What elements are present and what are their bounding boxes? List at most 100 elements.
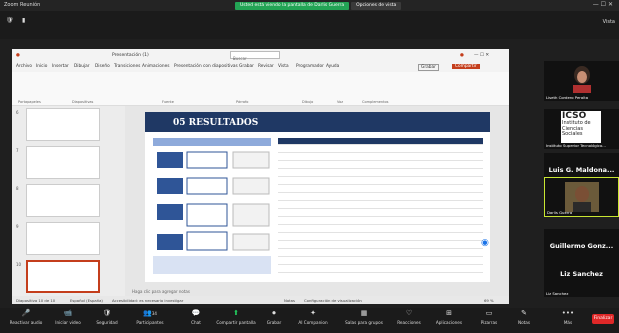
slide-thumbnail[interactable] [26, 184, 100, 217]
table-row [278, 162, 483, 169]
reactions-icon: ♡ [405, 309, 413, 317]
current-slide[interactable]: 05 RESULTADOS [145, 112, 490, 282]
ppt-search-input[interactable]: ⌕ Buscar [230, 51, 280, 61]
slide-thumbnail[interactable] [26, 108, 100, 141]
results-table [278, 138, 483, 276]
table-row [278, 170, 483, 177]
share-status-bar: Usted está viendo la pantalla de Darlis … [235, 2, 402, 10]
view-button[interactable]: Vista [603, 19, 615, 25]
search-placeholder: Buscar [233, 56, 247, 61]
slide-canvas[interactable]: 05 RESULTADOS ◉ [125, 106, 509, 296]
status-accessibility[interactable]: Accesibilidad: es necesario investigar [112, 298, 183, 303]
assistant-icon[interactable]: ◉ [481, 238, 489, 248]
slide-thumbnail[interactable] [26, 222, 100, 255]
table-row [278, 186, 483, 193]
breakout-rooms-button[interactable]: ▦ Salas para grupos [340, 309, 388, 325]
record-button[interactable]: Grabar [418, 64, 439, 71]
status-bar: Diapositiva 10 de 10 Español (España) Ac… [12, 296, 509, 304]
tab-ayuda[interactable]: Ayuda [326, 64, 339, 69]
ppt-ribbon: Portapapeles Diapositivas Fuente Párrafo… [12, 72, 509, 106]
tab-animaciones[interactable]: Animaciones [142, 64, 169, 69]
tab-dibujar[interactable]: Dibujar [74, 64, 90, 69]
tab-presentacion[interactable]: Presentación con diapositivas [174, 64, 238, 69]
start-video-button[interactable]: 📹 Iniciar video [50, 309, 86, 325]
status-language[interactable]: Español (España) [70, 298, 103, 303]
share-status-label: Usted está viendo la pantalla de Darlis … [235, 2, 350, 10]
reactions-button[interactable]: ♡ Reacciones [392, 309, 426, 325]
table-row [278, 258, 483, 265]
ribbon-group-font: Fuente [162, 100, 174, 104]
slide-thumbnail[interactable] [26, 146, 100, 179]
tab-inicio[interactable]: Inicio [36, 64, 47, 69]
breakout-icon: ▦ [360, 309, 368, 317]
more-button[interactable]: ••• Más [556, 309, 580, 325]
ribbon-group-drawing: Dibujo [302, 100, 314, 104]
participant-tile[interactable]: Liseth Cordero Peralta [544, 61, 619, 101]
participant-panel: Liseth Cordero Peralta ICSO Instituto de… [544, 43, 619, 305]
ppt-title-bar: ● Presentación (1) ⌕ Buscar ● — ☐ ✕ [12, 49, 509, 62]
whiteboard-icon: ▭ [485, 309, 493, 317]
tab-diseno[interactable]: Diseño [95, 64, 110, 69]
notes-button[interactable]: ✎ Notas [512, 309, 536, 325]
apps-button[interactable]: ⊞ Aplicaciones [430, 309, 468, 325]
share-button[interactable]: Compartir [452, 64, 480, 69]
security-button[interactable]: 🛡 Seguridad [92, 309, 122, 325]
tab-transiciones[interactable]: Transiciones [114, 64, 140, 69]
share-screen-button[interactable]: ⬆ Compartir pantalla [213, 309, 259, 325]
view-options-button[interactable]: Opciones de vista [351, 2, 402, 10]
more-icon: ••• [561, 309, 575, 317]
end-meeting-button[interactable]: Finalizar [592, 314, 614, 324]
unmute-button[interactable]: 🎤 Reactivar audio [6, 309, 46, 325]
participants-button[interactable]: 👥34 Participantes [130, 309, 170, 325]
window-controls-ppt[interactable]: — ☐ ✕ [474, 53, 489, 58]
shield-icon: 🛡 [102, 309, 112, 317]
ai-companion-button[interactable]: ✦ AI Companion [290, 309, 336, 325]
tab-revisar[interactable]: Revisar [258, 64, 274, 69]
avatar[interactable]: ● [460, 53, 464, 58]
record-icon: ⏺ [272, 309, 276, 317]
ai-companion-icon: ✦ [310, 309, 316, 317]
notes-toggle[interactable]: Notas [284, 298, 295, 303]
org-logo-subtext: Instituto de Ciencias Sociales [562, 120, 591, 137]
tab-grabar[interactable]: Grabar [239, 64, 254, 69]
participant-tile-active[interactable]: Darlis Guerra [544, 177, 619, 217]
ppt-body: 6 7 8 9 10 05 RESULTADOS ◉ Haga clic par… [12, 106, 509, 296]
shield-icon[interactable]: 🛡 [6, 17, 14, 24]
mic-icon: 🎤 [21, 309, 31, 317]
participant-display-name: Liz Sanchez [560, 270, 603, 278]
zoom-header: 🛡 ▮ Vista [0, 11, 619, 39]
meeting-toolbar: 🎤 Reactivar audio 📹 Iniciar video 🛡 Segurid… [0, 308, 619, 333]
window-controls[interactable]: — ☐ ✕ [593, 1, 613, 8]
participant-video [565, 182, 599, 212]
slide-thumbnails[interactable]: 6 7 8 9 10 [12, 106, 125, 296]
ppt-logo-icon: ● [16, 53, 20, 58]
tab-programador[interactable]: Programador [296, 64, 324, 69]
record-button[interactable]: ⏺ Grabar [262, 309, 286, 325]
tab-insertar[interactable]: Insertar [52, 64, 69, 69]
window-title: Zoom Reunión [4, 2, 41, 8]
participants-icon: 👥34 [143, 309, 157, 317]
table-row [278, 242, 483, 249]
display-settings[interactable]: Configuración de visualización [304, 298, 362, 303]
ribbon-group-voice: Voz [337, 100, 344, 104]
whiteboards-button[interactable]: ▭ Pizarras [474, 309, 504, 325]
table-row [278, 178, 483, 185]
participant-tile[interactable]: Liz Sanchez Liz Sanchez [544, 257, 619, 297]
participant-display-name: Luis G. Maldona... [548, 166, 615, 174]
participant-name: Liz Sanchez [546, 291, 569, 296]
zoom-level[interactable]: 69 % [484, 298, 494, 303]
chat-button[interactable]: 💬 Chat [186, 309, 206, 325]
notes-icon: ✎ [521, 309, 527, 317]
table-row [278, 210, 483, 217]
diagram-graphic [153, 138, 271, 274]
ppt-tabs: Archivo Inicio Insertar Dibujar Diseño T… [12, 62, 509, 72]
shared-powerpoint-window: ● Presentación (1) ⌕ Buscar ● — ☐ ✕ Arch… [12, 49, 509, 304]
tab-archivo[interactable]: Archivo [16, 64, 32, 69]
apps-icon: ⊞ [446, 309, 452, 317]
table-row [278, 202, 483, 209]
participant-tile[interactable]: ICSO Instituto de Ciencias Sociales Inst… [544, 109, 619, 149]
tab-vista[interactable]: Vista [278, 64, 289, 69]
table-row [278, 154, 483, 161]
ppt-doc-title: Presentación (1) [112, 53, 149, 58]
signal-icon[interactable]: ▮ [22, 17, 25, 24]
